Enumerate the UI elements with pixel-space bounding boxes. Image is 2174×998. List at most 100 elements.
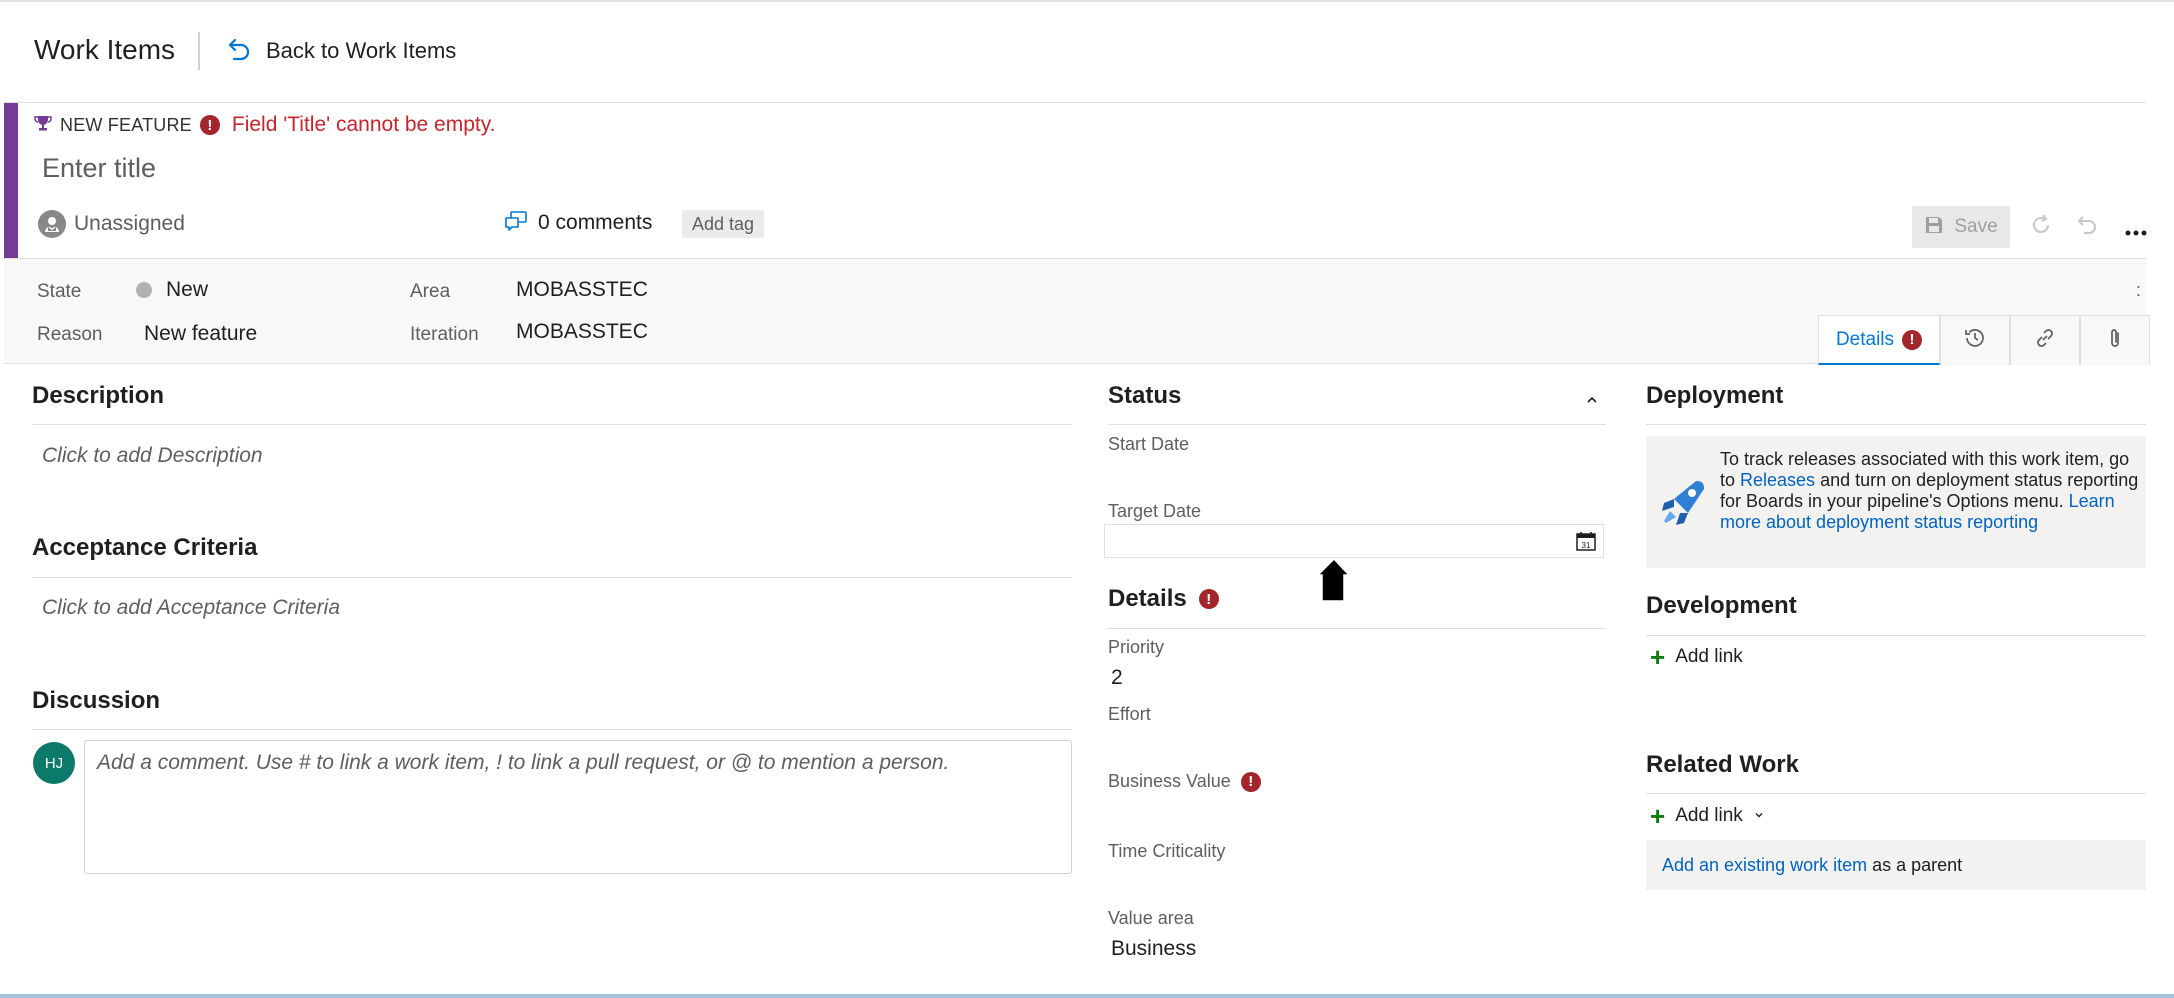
work-item-type-label: NEW FEATURE [60,114,192,135]
calendar-day: 31 [1582,541,1591,550]
state-dropdown[interactable]: New [136,278,208,302]
plus-icon: + [1650,642,1666,672]
assignee-picker[interactable]: Unassigned [38,210,185,238]
add-existing-work-item-link[interactable]: Add an existing work item [1662,855,1867,876]
related-work-add-link-button[interactable]: + Add link [1650,801,1765,831]
pipelines-rocket-icon [1658,477,1706,532]
area-label: Area [410,281,451,302]
tab-details[interactable]: Details ! [1818,315,1940,365]
deployment-divider [1646,424,2146,425]
iteration-picker[interactable]: MOBASSTEC [516,320,648,344]
tab-links[interactable] [2010,315,2080,365]
assignee-label: Unassigned [74,212,185,235]
back-link-label: Back to Work Items [266,38,457,63]
header-separator [198,32,200,70]
value-area-label: Value area [1108,908,1194,928]
acceptance-divider [32,577,1072,578]
time-criticality-label: Time Criticality [1108,841,1226,861]
comments-link[interactable]: 0 comments [504,208,652,238]
discussion-heading: Discussion [32,687,161,714]
chevron-down-icon [1753,805,1765,827]
business-value-label-row: Business Value ! [1108,771,1261,792]
description-heading: Description [32,382,165,409]
acceptance-criteria-editor[interactable]: Click to add Acceptance Criteria [42,596,340,620]
details-heading-row: Details ! [1108,585,1219,613]
save-button[interactable]: Save [1912,206,2010,248]
top-border [0,0,2174,2]
description-divider [32,424,1072,425]
comments-count: 0 comments [538,211,653,234]
value-area-field[interactable]: Business [1111,937,1196,961]
state-value: New [166,278,209,301]
related-work-divider [1646,793,2146,794]
development-divider [1646,635,2146,636]
development-add-link-label: Add link [1675,646,1743,667]
priority-label: Priority [1108,637,1165,657]
business-value-label: Business Value [1108,771,1231,791]
details-divider [1108,628,1606,629]
save-icon [1924,215,1944,240]
comment-input[interactable]: Add a comment. Use # to link a work item… [84,740,1072,874]
start-date-label: Start Date [1108,434,1190,454]
add-tag-button[interactable]: Add tag [682,210,765,238]
state-label: State [37,281,82,302]
collapse-status-button[interactable] [1584,392,1600,413]
parent-suffix: as a parent [1867,854,1963,875]
reason-dropdown[interactable]: New feature [144,322,257,346]
development-add-link-button[interactable]: + Add link [1650,642,1743,672]
work-item-tabs: Details ! [1818,315,2150,365]
business-value-field[interactable] [1104,798,1604,828]
tab-history[interactable] [1940,315,2010,365]
error-icon: ! [1240,771,1261,792]
status-divider [1108,424,1606,425]
page-title: Work Items [34,34,176,65]
related-work-add-link-label: Add link [1675,805,1743,826]
deployment-heading: Deployment [1646,382,1784,409]
fields-more-handle[interactable]: : [2136,280,2141,301]
title-input[interactable] [30,146,1230,190]
more-icon [2125,212,2147,243]
unassigned-avatar-icon [38,210,66,238]
history-icon [1963,326,1987,355]
bottom-border [0,994,2174,998]
releases-link[interactable]: Releases [1740,470,1815,490]
title-error-message: Field 'Title' cannot be empty. [231,113,496,136]
mouse-cursor-icon [1316,557,1352,608]
details-heading: Details [1108,585,1187,612]
target-date-label: Target Date [1108,501,1202,521]
area-picker[interactable]: MOBASSTEC [516,278,648,302]
development-heading: Development [1646,592,1797,619]
back-arrow-icon [226,36,252,67]
refresh-button[interactable] [2024,210,2058,244]
work-item-type-color-bar [4,103,18,258]
plus-icon: + [1650,801,1666,831]
error-icon: ! [1198,589,1219,609]
state-dot-icon [136,282,152,298]
discussion-divider [32,729,1072,730]
status-heading: Status [1108,382,1182,409]
time-criticality-field[interactable] [1104,866,1604,896]
undo-icon [2075,213,2099,242]
error-icon: ! [199,115,220,135]
tab-attachments[interactable] [2080,315,2150,365]
back-to-work-items-link[interactable]: Back to Work Items [226,34,456,68]
comments-icon [504,210,528,237]
calendar-icon[interactable]: 31 [1575,530,1597,557]
work-item-type-row: NEW FEATURE ! Field 'Title' cannot be em… [34,112,496,138]
acceptance-criteria-heading: Acceptance Criteria [32,534,258,561]
effort-label: Effort [1108,704,1151,724]
chevron-up-icon [1584,395,1600,412]
refresh-icon [2029,213,2053,242]
description-editor[interactable]: Click to add Description [42,444,263,468]
effort-field[interactable] [1104,730,1604,760]
priority-field[interactable]: 2 [1111,666,1123,690]
link-icon [2033,326,2057,355]
deployment-description: To track releases associated with this w… [1720,449,2140,533]
undo-button[interactable] [2070,210,2104,244]
more-actions-button[interactable] [2118,210,2154,244]
error-icon: ! [1902,329,1923,350]
trophy-icon [34,114,52,137]
avatar: HJ [33,742,75,784]
target-date-input[interactable] [1104,524,1604,558]
reason-label: Reason [37,324,103,345]
